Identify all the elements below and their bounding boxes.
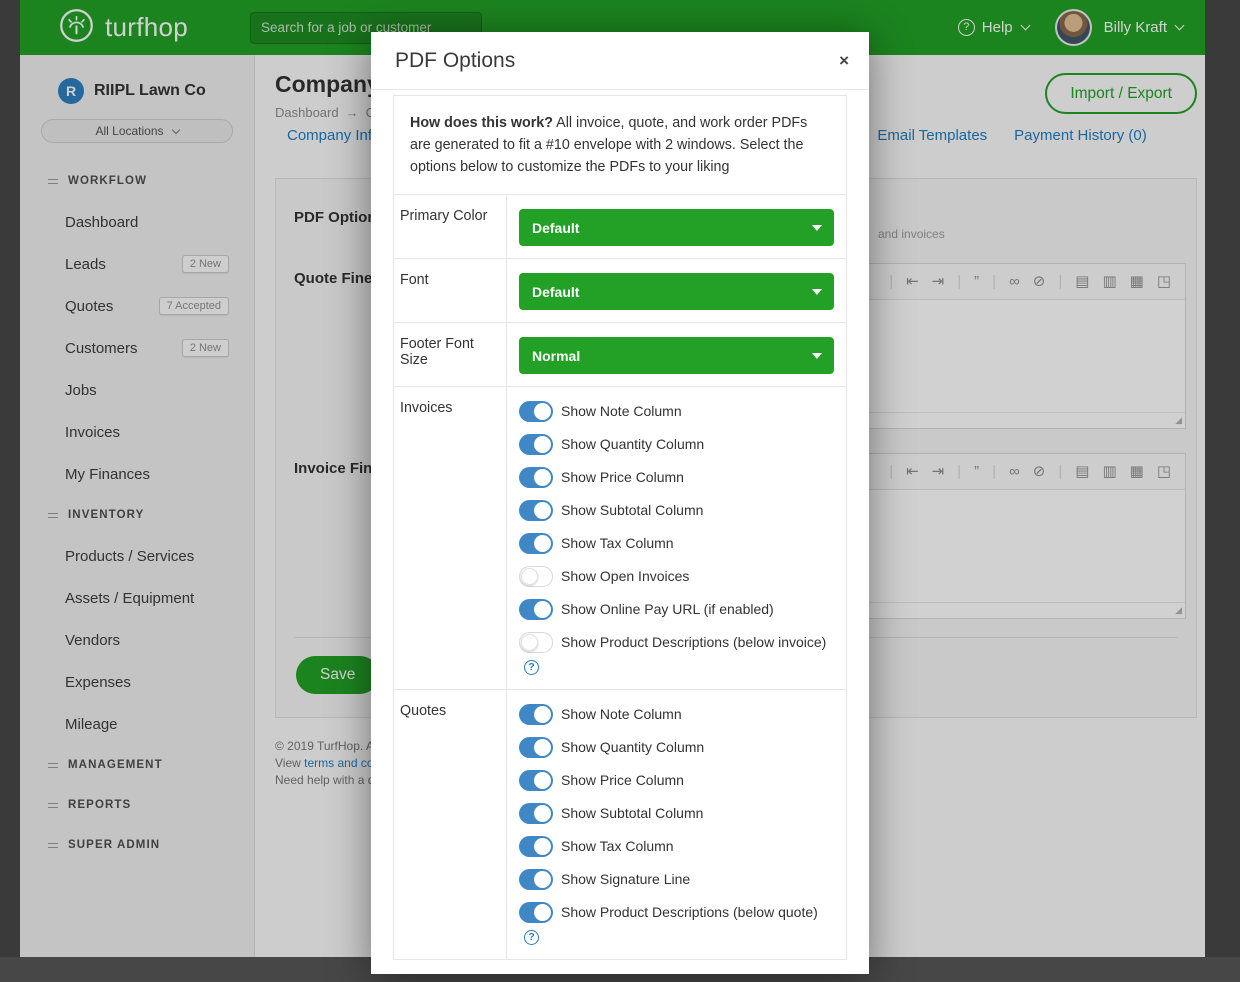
toggle-label: Show Signature Line <box>561 871 690 887</box>
font-select[interactable]: Default <box>519 273 834 310</box>
toggle-row: Show Open Invoices <box>519 566 834 587</box>
selected-value: Default <box>532 284 579 300</box>
pdf-options-form: How does this work? All invoice, quote, … <box>393 95 847 960</box>
toggle-quote-show-tax-column[interactable] <box>519 836 553 857</box>
toggle-row: Show Price Column <box>519 770 834 791</box>
toggle-label: Show Tax Column <box>561 535 674 551</box>
toggle-label: Show Price Column <box>561 469 684 485</box>
toggle-show-signature-line[interactable] <box>519 869 553 890</box>
toggle-quote-show-price-column[interactable] <box>519 770 553 791</box>
toggle-row: Show Tax Column <box>519 533 834 554</box>
toggle-invoice-show-subtotal-column[interactable] <box>519 500 553 521</box>
close-icon[interactable]: × <box>839 52 849 69</box>
toggle-invoice-show-tax-column[interactable] <box>519 533 553 554</box>
toggle-invoice-show-note-column[interactable] <box>519 401 553 422</box>
toggle-invoice-show-quantity-column[interactable] <box>519 434 553 455</box>
modal-body: How does this work? All invoice, quote, … <box>371 90 869 982</box>
toggle-quote-show-subtotal-column[interactable] <box>519 803 553 824</box>
toggle-row: Show Note Column <box>519 704 834 725</box>
field-label: Footer Font Size <box>394 323 507 386</box>
modal-header: PDF Options × <box>371 32 869 90</box>
modal-intro: How does this work? All invoice, quote, … <box>394 96 846 194</box>
toggle-label: Show Subtotal Column <box>561 502 703 518</box>
selected-value: Default <box>532 220 579 236</box>
intro-bold: How does this work? <box>410 115 553 131</box>
field-label: Font <box>394 259 507 322</box>
toggle-label: Show Open Invoices <box>561 568 689 584</box>
toggle-label: Show Product Descriptions (below quote) <box>561 904 818 920</box>
toggle-row: Show Price Column <box>519 467 834 488</box>
modal-title: PDF Options <box>395 49 515 73</box>
primary-color-row: Primary Color Default <box>394 194 846 258</box>
toggle-row: Show Product Descriptions (below quote)? <box>519 902 834 945</box>
toggle-row: Show Product Descriptions (below invoice… <box>519 632 834 675</box>
toggle-label: Show Product Descriptions (below invoice… <box>561 634 826 650</box>
toggle-row: Show Subtotal Column <box>519 500 834 521</box>
toggle-row: Show Signature Line <box>519 869 834 890</box>
field-label: Primary Color <box>394 195 507 258</box>
quotes-options-row: Quotes Show Note Column Show Quantity Co… <box>394 689 846 959</box>
toggle-quote-show-quantity-column[interactable] <box>519 737 553 758</box>
toggle-show-online-pay-url[interactable] <box>519 599 553 620</box>
help-icon[interactable]: ? <box>524 930 539 945</box>
toggle-invoice-show-product-descriptions[interactable] <box>519 632 553 653</box>
toggle-quote-show-note-column[interactable] <box>519 704 553 725</box>
toggle-row: Show Subtotal Column <box>519 803 834 824</box>
footer-font-size-select[interactable]: Normal <box>519 337 834 374</box>
toggle-label: Show Tax Column <box>561 838 674 854</box>
toggle-row: Show Note Column <box>519 401 834 422</box>
footer-font-size-row: Footer Font Size Normal <box>394 322 846 386</box>
toggle-quote-show-product-descriptions[interactable] <box>519 902 553 923</box>
primary-color-select[interactable]: Default <box>519 209 834 246</box>
caret-down-icon <box>812 289 822 295</box>
toggle-invoice-show-price-column[interactable] <box>519 467 553 488</box>
selected-value: Normal <box>532 348 580 364</box>
group-label: Invoices <box>394 387 507 689</box>
toggle-show-open-invoices[interactable] <box>519 566 553 587</box>
toggle-label: Show Price Column <box>561 772 684 788</box>
toggle-label: Show Note Column <box>561 706 682 722</box>
group-label: Quotes <box>394 690 507 959</box>
toggle-row: Show Tax Column <box>519 836 834 857</box>
toggle-label: Show Quantity Column <box>561 739 704 755</box>
toggle-label: Show Online Pay URL (if enabled) <box>561 601 774 617</box>
toggle-row: Show Quantity Column <box>519 737 834 758</box>
toggle-label: Show Subtotal Column <box>561 805 703 821</box>
font-row: Font Default <box>394 258 846 322</box>
toggle-label: Show Quantity Column <box>561 436 704 452</box>
pdf-options-modal: PDF Options × How does this work? All in… <box>371 32 869 974</box>
toggle-label: Show Note Column <box>561 403 682 419</box>
caret-down-icon <box>812 225 822 231</box>
caret-down-icon <box>812 353 822 359</box>
toggle-row: Show Quantity Column <box>519 434 834 455</box>
toggle-row: Show Online Pay URL (if enabled) <box>519 599 834 620</box>
invoices-options-row: Invoices Show Note Column Show Quantity … <box>394 386 846 689</box>
help-icon[interactable]: ? <box>524 660 539 675</box>
